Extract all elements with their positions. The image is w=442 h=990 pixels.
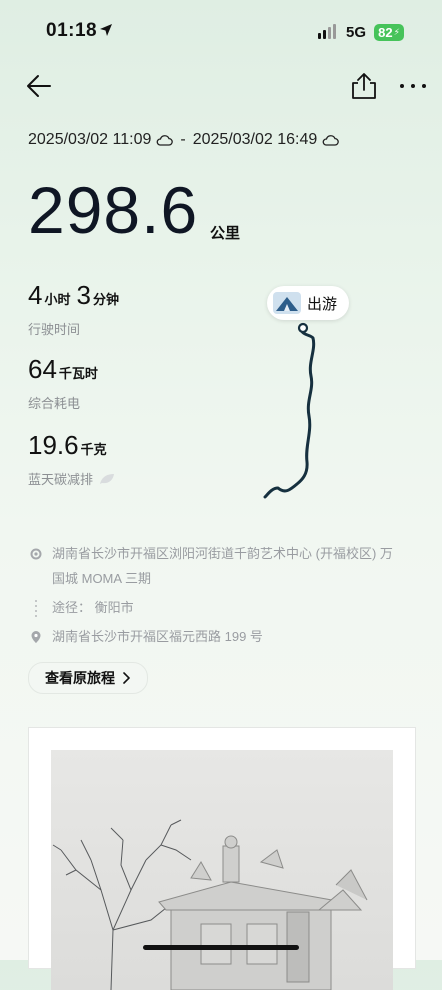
more-icon — [400, 84, 426, 88]
drive-hours: 4 — [28, 280, 43, 310]
top-bar — [0, 62, 442, 110]
drive-time-label: 行驶时间 — [28, 322, 81, 337]
trip-distance: 298.6 — [28, 173, 199, 247]
cloud-icon — [322, 135, 340, 146]
drive-hours-unit: 小时 — [44, 292, 71, 307]
share-icon — [352, 73, 376, 99]
dotted-line-icon — [35, 600, 37, 618]
end-address-text: 湖南省长沙市开福区福元西路 199 号 — [52, 629, 263, 644]
carbon-unit: 千克 — [80, 442, 107, 457]
trip-photo[interactable] — [51, 750, 393, 990]
arrow-left-icon — [27, 75, 51, 97]
trip-end-time: 2025/03/02 16:49 — [192, 131, 318, 148]
drive-minutes: 3 — [76, 280, 91, 310]
carbon-label: 蓝天碳减排 — [28, 472, 94, 487]
tent-icon — [273, 292, 301, 314]
via-text: 途径： 衡阳市 — [52, 600, 134, 615]
carbon-label-row: 蓝天碳减排 — [28, 469, 115, 488]
share-button[interactable] — [348, 70, 380, 102]
status-bar: 01:18 5G 82 ⚡ — [0, 0, 442, 62]
destination-label: 出游 — [307, 295, 338, 313]
view-original-trip-button[interactable]: 查看原旅程 — [28, 662, 148, 694]
leaf-icon — [100, 473, 115, 484]
drive-minutes-unit: 分钟 — [92, 292, 119, 307]
energy-label: 综合耗电 — [28, 396, 81, 411]
stat-energy: 64 千瓦时 综合耗电 — [28, 354, 104, 412]
destination-badge[interactable]: 出游 — [267, 286, 350, 320]
photo-illustration — [52, 819, 368, 990]
battery-indicator: 82 ⚡ — [374, 24, 404, 41]
location-arrow-icon — [100, 24, 112, 36]
trip-time-separator: - — [180, 131, 186, 148]
carbon-value: 19.6 — [28, 430, 79, 460]
route-line — [263, 324, 316, 499]
trip-distance-unit: 公里 — [210, 225, 241, 242]
energy-value: 64 — [28, 354, 57, 384]
trip-start-time: 2025/03/02 11:09 — [28, 131, 152, 148]
view-original-trip-label: 查看原旅程 — [45, 670, 115, 686]
energy-unit: 千瓦时 — [58, 366, 98, 381]
stat-carbon: 19.6 千克 蓝天碳减排 — [28, 430, 115, 488]
battery-level: 82 — [378, 25, 393, 40]
photo-card[interactable] — [28, 727, 416, 990]
back-button[interactable] — [24, 70, 56, 102]
start-address-line2: 国城 MOMA 三期 — [52, 571, 151, 586]
status-time: 01:18 — [46, 20, 98, 41]
cloud-icon — [156, 135, 174, 146]
chevron-right-icon — [123, 672, 130, 684]
home-indicator[interactable] — [143, 945, 299, 950]
start-dot-icon — [297, 322, 309, 334]
pin-icon — [31, 631, 41, 643]
network-type: 5G — [346, 24, 367, 41]
trip-time-range: 2025/03/02 11:09 - 2025/03/02 16:49 — [28, 131, 340, 149]
start-address-line1: 湖南省长沙市开福区浏阳河街道千韵艺术中心 (开福校区) 万 — [52, 546, 393, 561]
start-dot-icon — [30, 548, 42, 560]
stat-drive-time: 4 小时 3 分钟 行驶时间 — [28, 280, 125, 338]
more-button[interactable] — [396, 72, 430, 100]
signal-icon — [318, 24, 336, 39]
